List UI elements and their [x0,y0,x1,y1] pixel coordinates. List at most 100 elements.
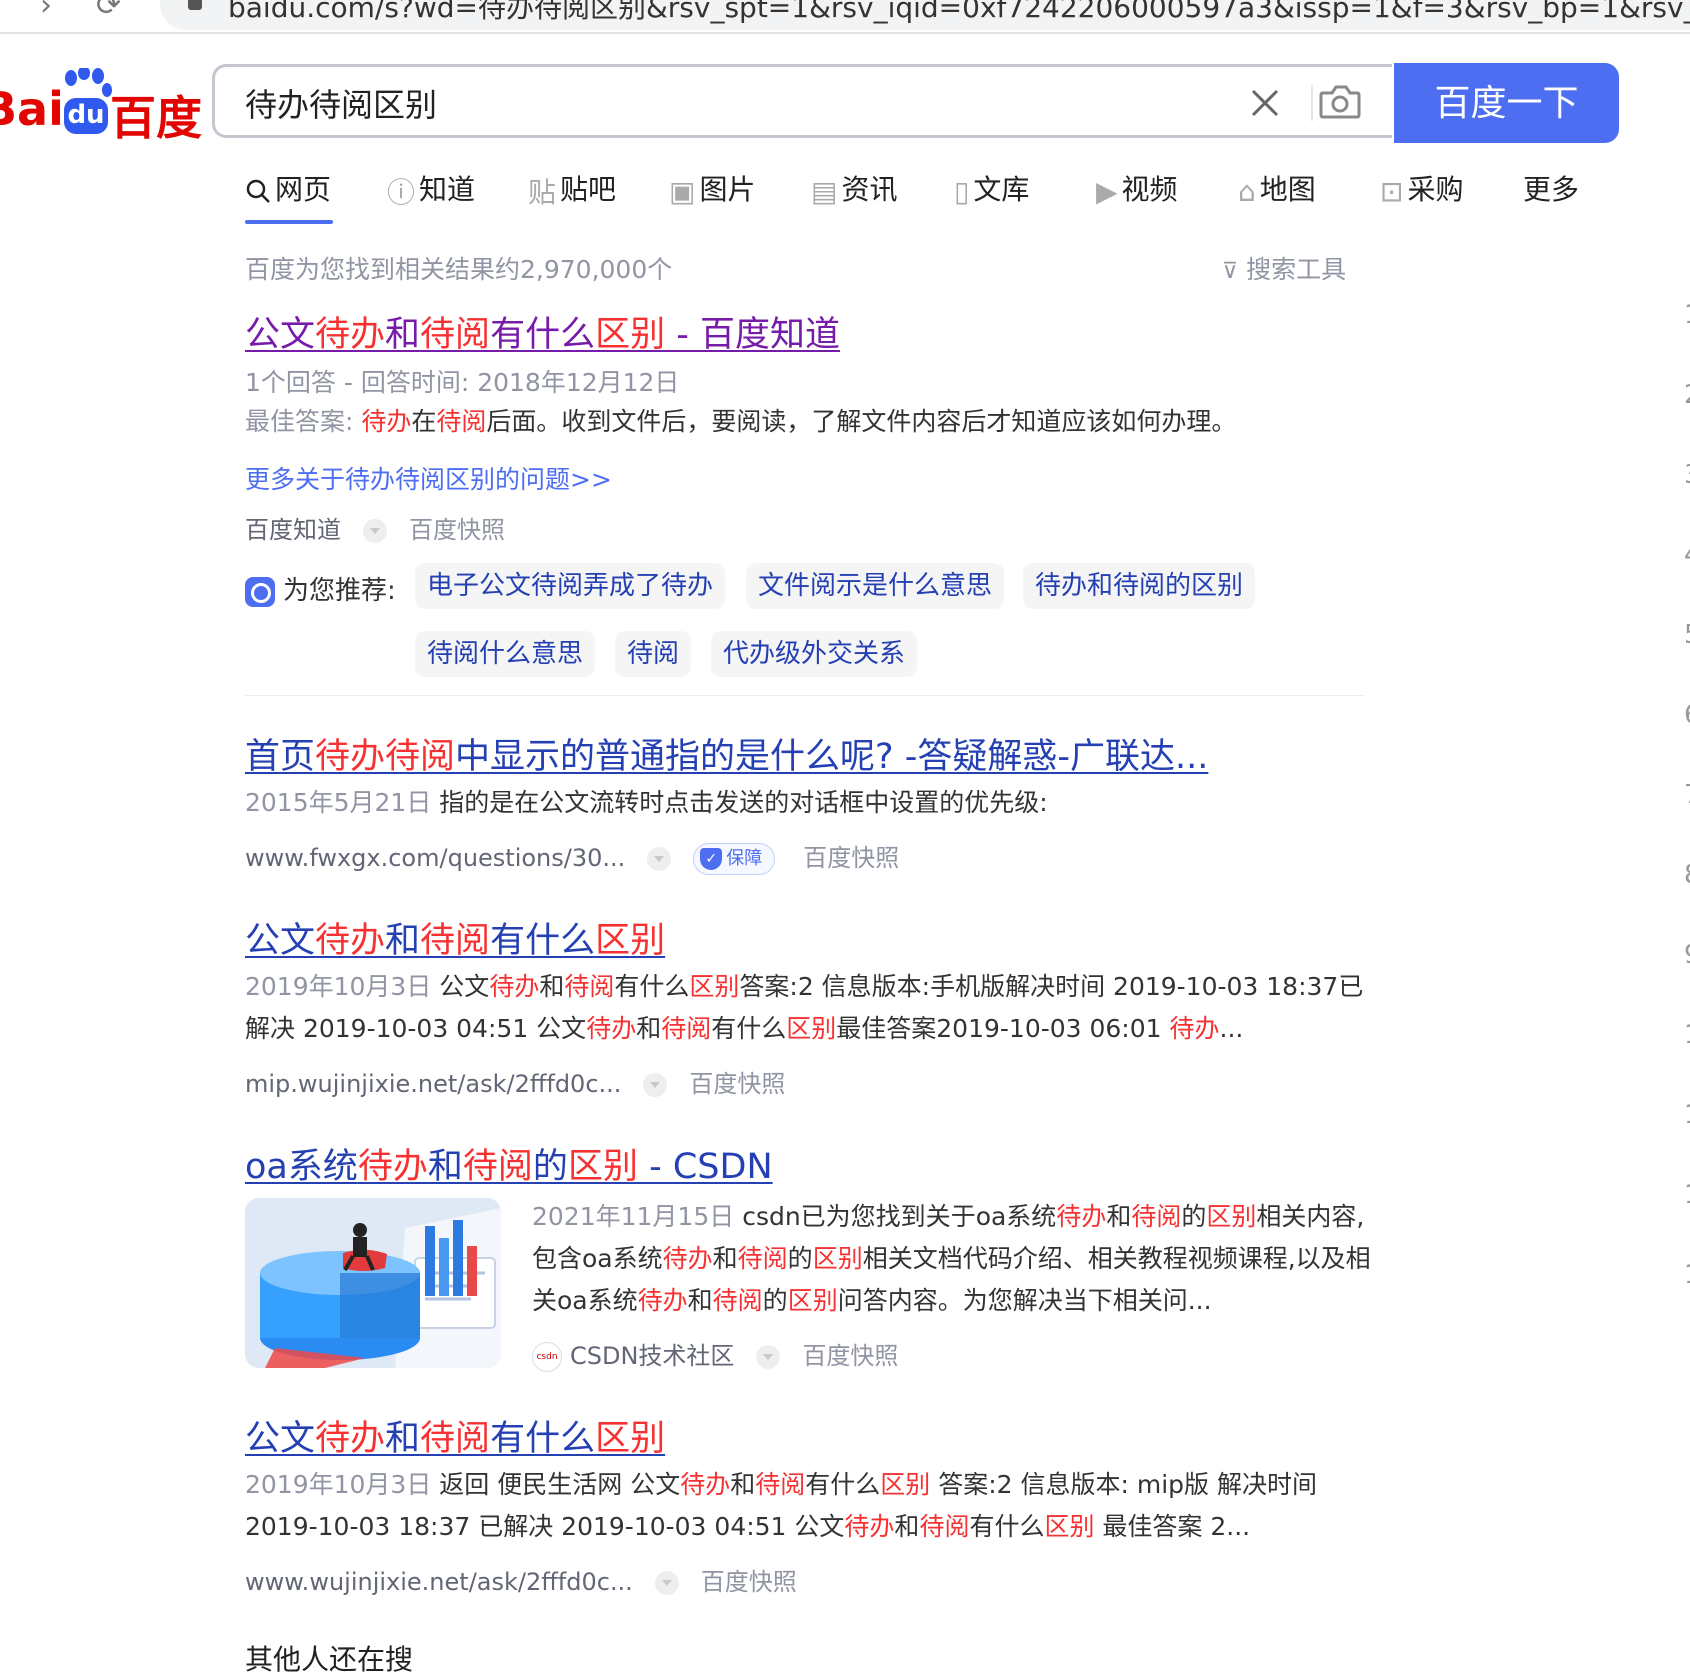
text-segment: 公文 [245,315,316,355]
source-url[interactable]: www.fwxgx.com/questions/30... [245,844,625,872]
tab-zhidao[interactable]: ⓘ 知道 [387,168,475,224]
dropdown-icon[interactable] [756,1345,781,1369]
result-thumbnail[interactable] [245,1198,501,1368]
dropdown-icon[interactable] [363,519,387,543]
tab-images[interactable]: ▣ 图片 [669,168,755,224]
hot-list-rank: 6 [1684,700,1690,730]
tab-news[interactable]: ▤ 资讯 [811,168,897,224]
hot-list-rank: 1 [1684,300,1690,330]
tab-label: 地图 [1259,173,1316,206]
text-segment: 和 [687,1286,713,1315]
tab-label: 资讯 [841,173,898,206]
tab-video[interactable]: ▶ 视频 [1096,168,1178,224]
keyword-highlight: 待阅 [919,1512,970,1541]
search-button[interactable]: 百度一下 [1394,63,1619,143]
video-icon: ▶ [1096,174,1118,208]
recommend-chip[interactable]: 待办和待阅的区别 [1023,563,1256,609]
dropdown-icon[interactable] [643,1073,668,1097]
text-segment: 的 [532,1147,568,1187]
result-title[interactable]: 公文待办和待阅有什么区别 [245,912,665,963]
search-input[interactable] [243,81,1147,125]
text-segment: 和 [636,1014,662,1043]
text-segment: - 百度知道 [665,315,840,355]
source-url[interactable]: mip.wujinjixie.net/ask/2fffd0c... [245,1070,621,1098]
text-segment: 指的是在公文流转时点击发送的对话框中设置的优先级: [439,788,1048,817]
tab-shopping[interactable]: ⊡ 采购 [1380,168,1463,224]
keyword-highlight: 待办 [680,1470,731,1499]
snapshot-link[interactable]: 百度快照 [802,1342,898,1370]
text-segment: 和 [1106,1202,1132,1231]
tab-label: 贴吧 [560,173,617,206]
hot-list-rank: 1 [1684,1260,1690,1290]
text-segment: 公文 [245,921,316,961]
dropdown-icon[interactable] [654,1571,679,1595]
tab-map[interactable]: ⌂ 地图 [1238,168,1316,224]
source-name[interactable]: CSDN技术社区 [570,1342,734,1370]
news-icon: ▤ [811,174,838,208]
keyword-highlight: 待阅 [420,315,491,355]
source-url[interactable]: www.wujinjixie.net/ask/2fffd0c... [245,1568,633,1596]
text-segment: 和 [730,1470,756,1499]
divider [245,695,1365,696]
snapshot-link[interactable]: 百度快照 [409,516,505,544]
text-segment: 和 [385,315,421,355]
tieba-icon: 贴 [528,176,557,209]
tab-wenku[interactable]: ▯ 文库 [954,168,1029,224]
reload-icon[interactable]: ⟳ [96,0,121,23]
text-segment: 公文 [439,972,490,1001]
result-abstract: 2019年10月3日 返回 便民生活网 公文待办和待阅有什么区别 答案:2 信息… [245,1464,1365,1548]
tab-web[interactable]: 网页 [245,168,331,224]
keyword-highlight: 待办 [357,1147,428,1187]
recommend-chip[interactable]: 文件阅示是什么意思 [746,563,1005,609]
hot-list-rank: 1 [1684,1020,1690,1050]
recommend-chip[interactable]: 代办级外交关系 [711,631,918,677]
keyword-highlight: 区别 [1206,1202,1257,1231]
keyword-highlight: 待办待阅 [315,737,456,777]
recommend-label-text: 为您推荐: [283,576,396,606]
result-title[interactable]: 公文待办和待阅有什么区别 [245,1410,665,1461]
text-segment: 的 [787,1244,813,1273]
result-source: www.wujinjixie.net/ask/2fffd0c... 百度快照 [245,1562,797,1597]
snapshot-link[interactable]: 百度快照 [701,1568,797,1596]
text-segment: csdn已为您找到关于oa系统 [742,1202,1057,1231]
source-name[interactable]: 百度知道 [245,516,341,544]
search-tools-button[interactable]: ⊽ 搜索工具 [1222,250,1346,286]
result-title[interactable]: 首页待办待阅中显示的普通指的是什么呢? -答疑解惑-广联达... [245,728,1208,779]
snapshot-link[interactable]: 百度快照 [689,1070,785,1098]
result-abstract: 2019年10月3日 公文待办和待阅有什么区别答案:2 信息版本:手机版解决时间… [245,966,1365,1050]
hot-list-rank: 7 [1684,780,1690,810]
url-text[interactable]: baidu.com/s?wd=待办待阅区别&rsv_spt=1&rsv_iqid… [228,0,1690,26]
filter-icon: ⊽ [1222,259,1239,284]
text-segment: 公文 [245,1419,316,1459]
recommend-label: 为您推荐: [245,570,396,607]
keyword-highlight: 待办 [1056,1202,1107,1231]
clear-icon[interactable] [1245,83,1285,123]
snapshot-link[interactable]: 百度快照 [803,844,899,872]
recommend-chip[interactable]: 电子公文待阅弄成了待办 [415,563,726,609]
logo-chinese: 百度 [110,91,202,145]
guarantee-badge[interactable]: ✓ 保障 [693,843,776,875]
hot-list-rank: 3 [1684,460,1690,490]
recommend-chip[interactable]: 待阅什么意思 [415,631,596,677]
search-tools-label: 搜索工具 [1246,255,1347,284]
tab-more[interactable]: 更多 [1523,168,1579,224]
result-title[interactable]: oa系统待办和待阅的区别 - CSDN [245,1138,773,1189]
recommend-icon [245,576,275,607]
camera-icon[interactable] [1317,81,1363,123]
result-source: csdn CSDN技术社区 百度快照 [532,1336,898,1372]
csdn-logo-icon: csdn [532,1342,562,1372]
answer-text: 待办在待阅后面。收到文件后，要阅读，了解文件内容后才知道应该如何办理。 [361,407,1236,436]
tab-tieba[interactable]: 贴贴吧 [528,168,616,224]
text-segment: 最佳答案2019-10-03 06:01 [836,1014,1170,1043]
recommend-chip[interactable]: 待阅 [615,631,692,677]
keyword-highlight: 区别 [787,1286,838,1315]
more-questions-link[interactable]: 更多关于待办待阅区别的问题>> [245,460,612,496]
shop-icon: ⊡ [1380,174,1404,208]
result-title[interactable]: 公文待办和待阅有什么区别 - 百度知道 [245,306,840,357]
dropdown-icon[interactable] [647,847,672,871]
tab-label: 视频 [1121,173,1178,206]
forward-icon[interactable]: › [40,0,52,23]
hot-list-rank: 9 [1684,940,1690,970]
text-segment: 的 [1181,1202,1207,1231]
keyword-highlight: 待办 [637,1286,688,1315]
